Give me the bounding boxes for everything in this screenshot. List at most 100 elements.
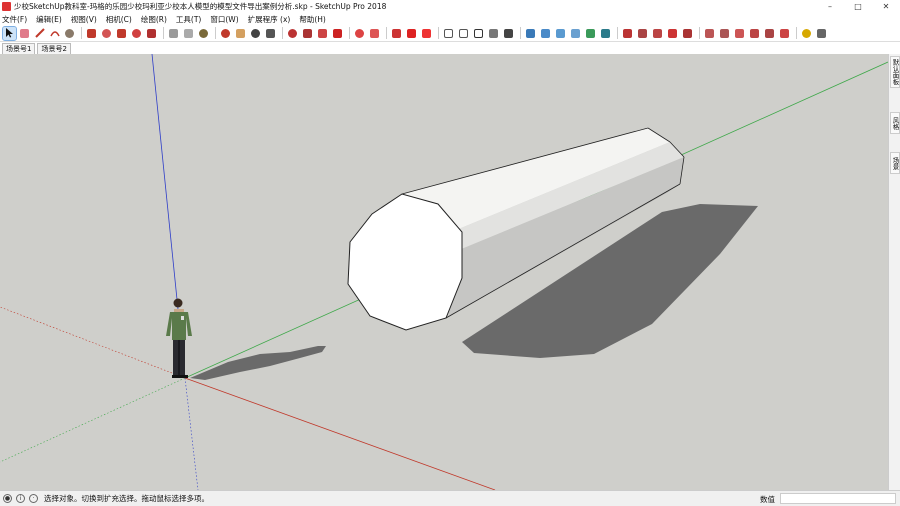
measurements-input[interactable] xyxy=(780,493,896,504)
tray-tab-default[interactable]: 默认面板 xyxy=(890,56,900,88)
solid-trim-button[interactable] xyxy=(666,27,679,40)
menu-file[interactable]: 文件(F) xyxy=(2,14,27,25)
solid-intersect-button[interactable] xyxy=(651,27,664,40)
orbit-tool-button[interactable] xyxy=(219,27,232,40)
arc-tool-button[interactable] xyxy=(48,27,61,40)
section-plane-icon xyxy=(392,28,401,38)
select-tool-button[interactable] xyxy=(2,25,17,41)
menu-help[interactable]: 帮助(H) xyxy=(299,14,326,25)
share-model-button[interactable] xyxy=(316,27,329,40)
sandbox-add-detail-button[interactable] xyxy=(778,27,791,40)
wireframe-button[interactable] xyxy=(457,27,470,40)
extension-tools-button[interactable] xyxy=(815,27,828,40)
move-tool-button[interactable] xyxy=(115,27,128,40)
menu-tools[interactable]: 工具(T) xyxy=(176,14,201,25)
sandbox-contours-button[interactable] xyxy=(703,27,716,40)
scene-tabs: 场景号1 场景号2 xyxy=(0,42,900,54)
hidden-line-icon xyxy=(474,28,483,38)
menu-view[interactable]: 视图(V) xyxy=(71,14,97,25)
menu-window[interactable]: 窗口(W) xyxy=(210,14,238,25)
eraser-tool-button[interactable] xyxy=(18,27,31,40)
solid-union-icon xyxy=(623,28,632,38)
warehouse-button[interactable] xyxy=(286,27,299,40)
sandbox-smoove-button[interactable] xyxy=(733,27,746,40)
sandbox-stamp-button[interactable] xyxy=(748,27,761,40)
geolocation-button[interactable] xyxy=(800,27,813,40)
measurements-label: 数值 xyxy=(760,495,775,504)
components-button[interactable] xyxy=(368,27,381,40)
solid-split-button[interactable] xyxy=(681,27,694,40)
title-bar: 少校SketchUp教科室-玛格的乐园少校玛利亚少校本人模型的模型文件导出案例分… xyxy=(0,0,900,13)
tape-measure-button[interactable] xyxy=(167,27,180,40)
toolbar-separator xyxy=(699,27,700,39)
extension-warehouse-button[interactable] xyxy=(301,27,314,40)
geolocation-status-icon[interactable]: ● xyxy=(3,494,12,503)
close-button[interactable]: ✕ xyxy=(872,0,900,13)
sandbox-contours-icon xyxy=(705,28,714,38)
push-pull-button[interactable] xyxy=(85,27,98,40)
credits-info-icon[interactable]: i xyxy=(16,494,25,503)
tray-tab-scenes[interactable]: 场景 xyxy=(890,152,900,174)
follow-me-button[interactable] xyxy=(100,27,113,40)
paint-bucket-button[interactable] xyxy=(197,27,210,40)
monochrome-button[interactable] xyxy=(502,27,515,40)
menu-extensions[interactable]: 扩展程序 (x) xyxy=(248,14,291,25)
zoom-tool-button[interactable] xyxy=(249,27,262,40)
scene-tab-1[interactable]: 场景号1 xyxy=(2,43,36,54)
sandbox-scratch-icon xyxy=(720,28,729,38)
pencil-icon xyxy=(34,28,45,38)
ruby-console-button[interactable] xyxy=(331,27,344,40)
shaded-button[interactable] xyxy=(487,27,500,40)
components-icon xyxy=(370,28,379,38)
layout-button[interactable] xyxy=(405,27,418,40)
toolbar-separator xyxy=(617,27,618,39)
top-view-button[interactable] xyxy=(539,27,552,40)
red-axis-line xyxy=(184,377,496,490)
sandbox-scratch-button[interactable] xyxy=(718,27,731,40)
minimize-button[interactable]: – xyxy=(816,0,844,13)
settings-button[interactable] xyxy=(353,27,366,40)
right-view-button[interactable] xyxy=(569,27,582,40)
wrench-icon xyxy=(817,28,826,38)
line-tool-button[interactable] xyxy=(33,27,46,40)
hidden-line-button[interactable] xyxy=(472,27,485,40)
xray-icon xyxy=(444,28,453,38)
user-account-icon[interactable]: · xyxy=(29,494,38,503)
zoom-extents-button[interactable] xyxy=(264,27,277,40)
iso-view-button[interactable] xyxy=(524,27,537,40)
menu-draw[interactable]: 绘图(R) xyxy=(141,14,167,25)
solid-subtract-button[interactable] xyxy=(636,27,649,40)
arc-icon xyxy=(49,31,60,37)
back-view-button[interactable] xyxy=(584,27,597,40)
back-view-icon xyxy=(586,28,595,38)
solid-union-button[interactable] xyxy=(621,27,634,40)
toolbar-separator xyxy=(349,27,350,39)
maximize-button[interactable]: □ xyxy=(844,0,872,13)
scale-tool-button[interactable] xyxy=(145,27,158,40)
shape-tool-button[interactable] xyxy=(63,27,76,40)
cursor-arrow-icon xyxy=(6,28,13,38)
scene-tab-2[interactable]: 场景号2 xyxy=(37,43,71,54)
text-tool-button[interactable] xyxy=(182,27,195,40)
style-builder-button[interactable] xyxy=(420,27,433,40)
toolbar-separator xyxy=(81,27,82,39)
green-axis-dotted xyxy=(0,377,186,463)
menu-camera[interactable]: 相机(C) xyxy=(106,14,132,25)
section-plane-button[interactable] xyxy=(390,27,403,40)
xray-button[interactable] xyxy=(442,27,455,40)
modeling-viewport[interactable] xyxy=(0,54,888,490)
main-toolbar xyxy=(0,25,900,42)
share-model-icon xyxy=(318,28,327,38)
front-view-button[interactable] xyxy=(554,27,567,40)
rotate-tool-button[interactable] xyxy=(130,27,143,40)
menu-edit[interactable]: 编辑(E) xyxy=(36,14,62,25)
left-view-button[interactable] xyxy=(599,27,612,40)
sandbox-drape-button[interactable] xyxy=(763,27,776,40)
pan-hand-icon xyxy=(236,28,245,38)
sandbox-smoove-icon xyxy=(735,28,744,38)
warehouse-icon xyxy=(288,28,297,38)
pan-tool-button[interactable] xyxy=(234,27,247,40)
tape-measure-icon xyxy=(169,28,178,38)
tray-tab-styles[interactable]: 风格 xyxy=(890,112,900,134)
top-view-icon xyxy=(541,28,550,38)
